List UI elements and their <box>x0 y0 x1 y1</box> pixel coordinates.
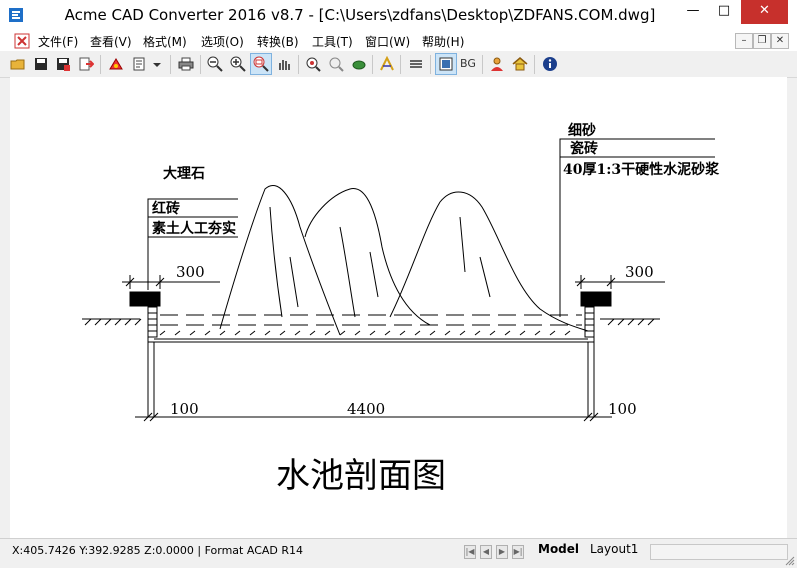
batch-dropdown-button[interactable] <box>150 54 164 74</box>
dropdown-icon <box>153 63 161 67</box>
mdi-minimize-button[interactable]: – <box>735 33 753 49</box>
convert-button[interactable] <box>106 54 126 74</box>
menu-bar: 文件(F) 查看(V) 格式(M) 选项(O) 转换(B) 工具(T) 窗口(W… <box>0 31 797 51</box>
document-icon[interactable] <box>14 33 30 49</box>
pan-button[interactable] <box>274 54 294 74</box>
coordinates-readout: X:405.7426 Y:392.9285 Z:0.0000 | Format … <box>12 544 304 557</box>
zoom-out-icon <box>207 56 223 72</box>
menu-convert[interactable]: 转换(B) <box>257 33 299 50</box>
convert-icon <box>109 58 123 70</box>
dim-top-right: 300 <box>625 263 654 281</box>
measure-button[interactable] <box>377 54 397 74</box>
layer-icon <box>352 60 366 70</box>
layer-button[interactable] <box>349 54 369 74</box>
drawing-canvas[interactable]: 大理石 红砖 素土人工夯实 细砂 瓷砖 40厚1:3干硬性水泥砂浆 300 30… <box>10 77 787 538</box>
tab-model[interactable]: Model <box>538 542 579 556</box>
nav-last-button[interactable]: ▶| <box>512 545 524 559</box>
save-button[interactable] <box>31 54 51 74</box>
mdi-close-button[interactable]: ✕ <box>771 33 789 49</box>
export-button[interactable] <box>76 54 96 74</box>
dim-bottom-left: 100 <box>170 400 199 418</box>
window-title: Acme CAD Converter 2016 v8.7 - [C:\Users… <box>64 6 656 24</box>
mdi-restore-button[interactable]: ❐ <box>753 33 771 49</box>
status-bar: X:405.7426 Y:392.9285 Z:0.0000 | Format … <box>0 538 797 568</box>
toolbar: BG <box>0 52 797 78</box>
save-as-icon <box>57 58 70 71</box>
zoom-previous-button[interactable] <box>326 54 346 74</box>
open-icon <box>10 59 25 70</box>
user-button[interactable] <box>487 54 507 74</box>
menu-help[interactable]: 帮助(H) <box>422 33 464 50</box>
print-button[interactable] <box>176 54 196 74</box>
nav-first-button[interactable]: |◀ <box>464 545 476 559</box>
cad-drawing: 大理石 红砖 素土人工夯实 细砂 瓷砖 40厚1:3干硬性水泥砂浆 300 30… <box>82 122 720 496</box>
nav-prev-button[interactable]: ◀ <box>480 545 492 559</box>
save-icon <box>35 58 47 70</box>
maximize-button[interactable]: □ <box>710 0 738 24</box>
user-icon <box>491 57 503 71</box>
dim-bottom-right: 100 <box>608 400 637 418</box>
bg-icon: BG <box>460 57 476 70</box>
zoom-window-icon <box>253 56 269 72</box>
info-icon <box>543 57 557 71</box>
dim-top-left: 300 <box>176 263 205 281</box>
home-button[interactable] <box>510 54 530 74</box>
display-icon <box>439 57 453 71</box>
right-layer-1: 细砂 <box>568 122 596 139</box>
close-button[interactable]: ✕ <box>741 0 788 24</box>
background-button[interactable]: BG <box>458 54 478 74</box>
zoom-in-button[interactable] <box>228 54 248 74</box>
menu-format[interactable]: 格式(M) <box>143 33 187 50</box>
right-layer-2: 瓷砖 <box>570 140 598 157</box>
menu-window[interactable]: 窗口(W) <box>365 33 410 50</box>
zoom-out-button[interactable] <box>205 54 225 74</box>
info-button[interactable] <box>540 54 560 74</box>
menu-view[interactable]: 查看(V) <box>90 33 132 50</box>
zoom-in-icon <box>230 56 246 72</box>
left-layer-2: 红砖 <box>152 200 180 217</box>
export-icon <box>79 57 94 71</box>
display-button[interactable] <box>435 53 457 75</box>
home-icon <box>512 57 528 71</box>
batch-button[interactable] <box>129 54 149 74</box>
print-icon <box>178 57 194 71</box>
title-bar: Acme CAD Converter 2016 v8.7 - [C:\Users… <box>0 0 797 32</box>
save-as-button[interactable] <box>53 54 73 74</box>
nav-next-button[interactable]: ▶ <box>496 545 508 559</box>
right-layer-3: 40厚1:3干硬性水泥砂浆 <box>563 161 720 178</box>
layers-button[interactable] <box>406 54 426 74</box>
left-layer-3: 素土人工夯实 <box>152 220 236 237</box>
zoom-extents-button[interactable] <box>303 54 323 74</box>
batch-icon <box>133 57 145 71</box>
drawing-title: 水池剖面图 <box>276 456 446 496</box>
tab-layout1[interactable]: Layout1 <box>590 542 638 556</box>
left-layer-1: 大理石 <box>163 165 205 182</box>
resize-grip-icon[interactable] <box>785 556 795 566</box>
menu-file[interactable]: 文件(F) <box>38 33 78 50</box>
zoom-extents-icon <box>306 57 321 72</box>
minimize-button[interactable]: — <box>678 0 708 24</box>
dim-bottom-mid: 4400 <box>347 400 385 418</box>
zoom-previous-icon <box>329 57 344 72</box>
layers-icon <box>410 60 422 68</box>
horizontal-scrollbar[interactable] <box>650 544 788 560</box>
open-button[interactable] <box>8 54 28 74</box>
pan-icon <box>279 60 290 70</box>
measure-icon <box>380 56 394 71</box>
zoom-window-button[interactable] <box>250 53 272 75</box>
menu-options[interactable]: 选项(O) <box>201 33 244 50</box>
menu-tools[interactable]: 工具(T) <box>312 33 353 50</box>
